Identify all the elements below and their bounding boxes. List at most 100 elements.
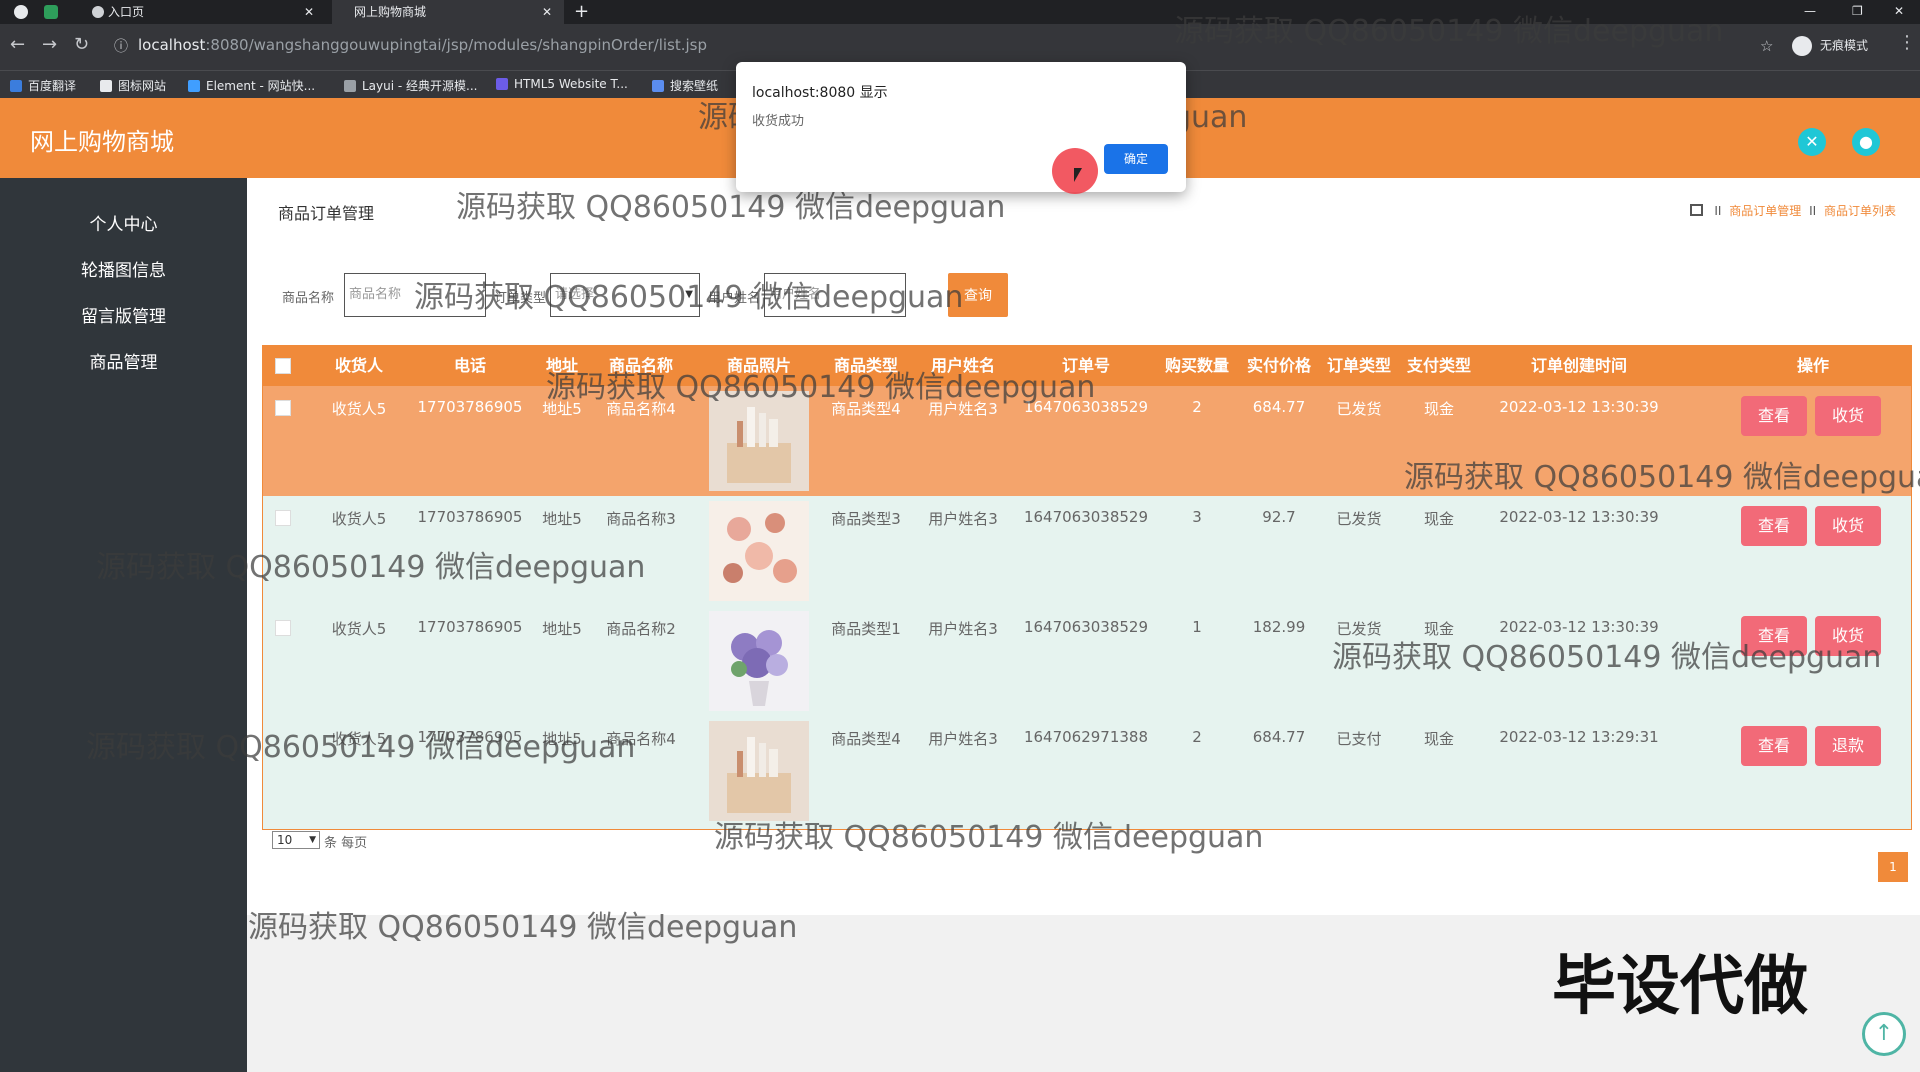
bookmark-label: 搜索壁纸 [670, 79, 719, 93]
breadcrumb: II 商品订单管理 II 商品订单列表 [1689, 202, 1896, 219]
table-header: 收货人 电话 地址 商品名称 商品照片 商品类型 用户姓名 订单号 购买数量 实… [263, 346, 1911, 386]
receive-button[interactable]: 收货 [1815, 616, 1881, 656]
product-photo [709, 611, 809, 711]
breadcrumb-item[interactable]: 商品订单列表 [1824, 204, 1896, 218]
product-photo [709, 501, 809, 601]
page-size-select[interactable]: 10 ▼ [272, 831, 320, 849]
breadcrumb-item[interactable]: 商品订单管理 [1729, 204, 1801, 218]
bookmark-item[interactable]: HTML5 Website T... [496, 77, 628, 91]
close-tab-icon[interactable]: ✕ [304, 0, 314, 24]
bookmark-label: HTML5 Website T... [514, 77, 628, 91]
sidebar-item-messages[interactable]: 留言版管理 [0, 302, 247, 327]
tab-label: 网上购物商城 [354, 5, 427, 19]
bookmark-item[interactable]: Layui - 经典开源模... [344, 77, 477, 94]
table-row[interactable]: 收货人5 17703786905 地址5 商品名称2 商品类型1 用户姓名3 1… [263, 606, 1911, 716]
bookmark-label: Element - 网站快... [206, 79, 316, 93]
cell-order-type: 已发货 [1336, 400, 1382, 418]
confirm-button[interactable]: 确定 [1104, 144, 1168, 174]
bookmark-item[interactable]: 搜索壁纸 [652, 77, 718, 94]
search-label-user: 用户姓名 [708, 291, 761, 306]
url-field[interactable]: localhost:8080/wangshanggouwupingtai/jsp… [138, 36, 707, 54]
search-label-order-type: 订单类型 [494, 291, 547, 306]
cell-product: 商品名称3 [606, 510, 676, 528]
row-checkbox[interactable] [275, 620, 291, 636]
cell-qty: 2 [1192, 398, 1202, 416]
cell-order-type: 已发货 [1336, 620, 1382, 638]
cell-address: 地址5 [542, 730, 582, 748]
forward-icon[interactable]: → [42, 36, 57, 54]
layui-icon [344, 80, 356, 92]
menu-icon[interactable]: ⋮ [1898, 34, 1916, 52]
close-window-icon[interactable]: ✕ [1894, 0, 1904, 22]
chevron-down-icon: ▼ [309, 835, 316, 845]
product-name-input[interactable]: 商品名称 [344, 273, 486, 317]
refund-button[interactable]: 退款 [1815, 726, 1881, 766]
fullscreen-icon[interactable]: ✕ [1798, 128, 1826, 156]
cell-product: 商品名称4 [606, 730, 676, 748]
maximize-icon[interactable]: ❐ [1852, 0, 1863, 22]
bookmark-item[interactable]: 图标网站 [100, 77, 166, 94]
column-header: 订单创建时间 [1530, 356, 1627, 375]
tab-home[interactable]: 入口页 ✕ [86, 0, 326, 24]
sidebar-item-carousel[interactable]: 轮播图信息 [0, 256, 247, 281]
row-checkbox[interactable] [275, 510, 291, 526]
cell-pay-type: 现金 [1423, 730, 1454, 748]
back-icon[interactable]: ← [10, 36, 25, 54]
bookmark-item[interactable]: Element - 网站快... [188, 77, 315, 94]
mouse-cursor-icon [1074, 168, 1082, 182]
table-row[interactable]: 收货人5 17703786905 地址5 商品名称3 商品类型3 用户姓名3 1… [263, 496, 1911, 606]
wallpaper-icon [652, 80, 664, 92]
receive-button[interactable]: 收货 [1815, 506, 1881, 546]
column-header: 商品照片 [726, 356, 791, 375]
product-photo [709, 721, 809, 821]
cell-address: 地址5 [542, 620, 582, 638]
bookmark-label: Layui - 经典开源模... [362, 79, 478, 93]
row-checkbox[interactable] [275, 400, 291, 416]
cell-product: 商品名称4 [606, 400, 676, 418]
search-button[interactable]: 查询 [948, 273, 1008, 317]
alert-dialog: localhost:8080 显示 收货成功 确定 [736, 62, 1186, 192]
sidebar-item-personal[interactable]: 个人中心 [0, 210, 247, 235]
extension-icon[interactable] [44, 5, 58, 19]
product-photo-image [709, 391, 809, 491]
order-type-select[interactable]: 请选择 ▼ [550, 273, 700, 317]
cell-created: 2022-03-12 13:29:31 [1499, 728, 1659, 746]
reload-icon[interactable]: ↻ [74, 36, 89, 54]
product-photo-image [709, 611, 809, 711]
minimize-icon[interactable]: — [1804, 0, 1816, 22]
star-icon[interactable]: ☆ [1760, 37, 1773, 55]
table-row[interactable]: 收货人5 17703786905 地址5 商品名称4 商品类型4 用户姓名3 1… [263, 386, 1911, 496]
view-button[interactable]: 查看 [1741, 616, 1807, 656]
tab-shop[interactable]: 网上购物商城 ✕ [332, 0, 564, 24]
page-size-value: 10 [277, 833, 293, 847]
table-row[interactable]: 收货人5 17703786905 地址5 商品名称4 商品类型4 用户姓名3 1… [263, 716, 1911, 826]
user-name-input[interactable]: 用户姓名 [764, 273, 906, 317]
page-number-button[interactable]: 1 [1878, 852, 1908, 882]
sidebar-item-products[interactable]: 商品管理 [0, 348, 247, 373]
new-tab-icon[interactable]: + [574, 0, 589, 24]
view-button[interactable]: 查看 [1741, 726, 1807, 766]
view-button[interactable]: 查看 [1741, 506, 1807, 546]
close-tab-icon[interactable]: ✕ [542, 0, 552, 24]
cell-product: 商品名称2 [606, 620, 676, 638]
view-button[interactable]: 查看 [1741, 396, 1807, 436]
incognito-indicator[interactable]: 无痕模式 [1792, 36, 1868, 56]
bookmark-item[interactable]: 百度翻译 [10, 77, 76, 94]
browser-app-icon[interactable] [14, 5, 28, 19]
info-icon[interactable]: ⓘ [114, 38, 128, 56]
select-all-checkbox[interactable] [275, 358, 291, 374]
user-icon[interactable]: ● [1852, 128, 1880, 156]
breadcrumb-separator: II [1714, 204, 1722, 218]
back-to-top-icon[interactable]: ↑ [1862, 1012, 1906, 1056]
product-photo-image [709, 501, 809, 601]
cell-user: 用户姓名3 [928, 400, 998, 418]
receive-button[interactable]: 收货 [1815, 396, 1881, 436]
cell-qty: 3 [1192, 508, 1202, 526]
url-path: :8080/wangshanggouwupingtai/jsp/modules/… [205, 36, 708, 54]
column-header: 电话 [453, 356, 486, 375]
cell-order-no: 1647063038529 [1023, 508, 1149, 526]
home-icon[interactable] [1689, 204, 1703, 216]
cell-pay-type: 现金 [1423, 620, 1454, 638]
page-title: 商品订单管理 [278, 204, 375, 223]
cell-receiver: 收货人5 [331, 730, 387, 748]
